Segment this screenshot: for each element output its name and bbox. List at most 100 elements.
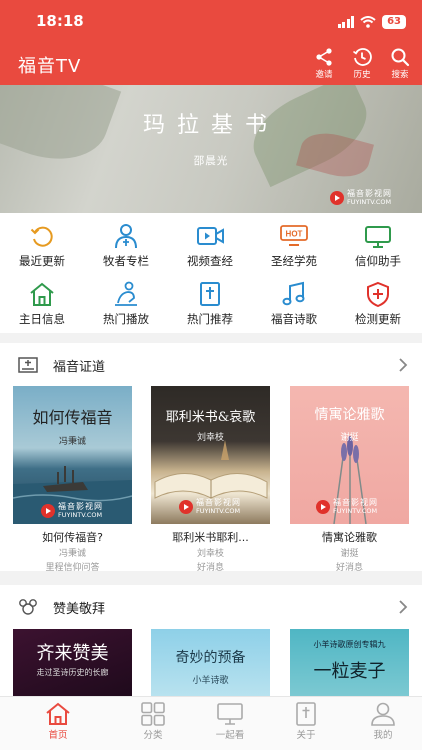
banner-title: 玛拉基书 bbox=[142, 113, 279, 138]
signal-icon bbox=[337, 16, 355, 28]
cover-title: 一粒麦子 bbox=[313, 661, 386, 682]
home-icon bbox=[46, 702, 70, 725]
menu-label: 主日信息 bbox=[19, 312, 65, 326]
section-sermons: 福音证道 如何传福音 冯秉诚 福音影视网 FUYINTV.COM 如何传福音? bbox=[0, 343, 422, 573]
tab-category[interactable]: 分类 bbox=[123, 702, 183, 741]
section-header[interactable]: 福音证道 bbox=[0, 343, 422, 387]
music-note-icon bbox=[282, 281, 305, 306]
home-icon bbox=[30, 282, 54, 306]
video-icon bbox=[197, 227, 224, 245]
menu-item-check-update[interactable]: 检测更新 bbox=[336, 281, 420, 327]
card-source: 好消息 bbox=[335, 563, 363, 573]
history-icon bbox=[353, 48, 372, 66]
menu-label: 牧者专栏 bbox=[103, 254, 149, 268]
tab-label: 关于 bbox=[296, 730, 316, 741]
card-source: 好消息 bbox=[196, 563, 224, 573]
banner-subtitle: 邵晨光 bbox=[193, 155, 229, 167]
chevron-right-icon bbox=[399, 600, 408, 614]
menu-item-recent[interactable]: 最近更新 bbox=[0, 223, 84, 269]
play-logo-icon bbox=[41, 504, 55, 518]
cover-subtitle: 小羊诗歌 bbox=[192, 676, 229, 686]
card-cover: 耶利米书&哀歌 刘幸枝 福音影视网 FUYINTV.COM bbox=[151, 386, 270, 524]
menu-item-sunday[interactable]: 主日信息 bbox=[0, 281, 84, 327]
content-card[interactable]: 奇妙的预备 小羊诗歌 bbox=[151, 629, 270, 696]
battery-indicator: 63 bbox=[382, 15, 406, 29]
cover-subtitle: 小羊诗歌原创专辑九 bbox=[313, 640, 386, 649]
cover-title: 奇妙的预备 bbox=[175, 650, 246, 666]
card-speaker: 冯秉诚 bbox=[58, 549, 86, 559]
menu-label: 热门播放 bbox=[103, 312, 149, 326]
card-title: 耶利米书耶利... bbox=[172, 531, 249, 544]
shield-icon bbox=[367, 281, 389, 307]
content-card[interactable]: 小羊诗歌原创专辑九 一粒麦子 bbox=[290, 629, 409, 696]
tab-watch-together[interactable]: 一起看 bbox=[200, 702, 260, 741]
card-cover: 情寓论雅歌 谢挺 福音影视网 FUYINTV.COM bbox=[290, 386, 409, 524]
history-label: 历史 bbox=[353, 70, 371, 80]
card-cover: 小羊诗歌原创专辑九 一粒麦子 bbox=[290, 629, 409, 696]
section-header[interactable]: 赞美敬拜 bbox=[0, 585, 422, 629]
history-button[interactable]: 历史 bbox=[350, 47, 374, 80]
status-icons: 63 bbox=[337, 15, 406, 29]
menu-item-faith-assistant[interactable]: 信仰助手 bbox=[336, 223, 420, 269]
content-card[interactable]: 如何传福音 冯秉诚 福音影视网 FUYINTV.COM 如何传福音? 冯秉诚 里… bbox=[13, 386, 132, 573]
cover-title: 如何传福音 bbox=[32, 408, 113, 427]
tv-icon bbox=[217, 703, 243, 725]
menu-item-recommend[interactable]: 热门推荐 bbox=[168, 281, 252, 327]
mickey-icon bbox=[19, 599, 37, 615]
card-speaker: 谢挺 bbox=[340, 549, 359, 559]
menu-item-bible-academy[interactable]: HOT 圣经学苑 bbox=[252, 223, 336, 269]
card-title: 如何传福音? bbox=[42, 531, 103, 544]
watermark-en: FUYINTV.COM bbox=[347, 198, 392, 206]
hot-badge-icon: HOT bbox=[280, 225, 308, 246]
watermark-cn: 福音影视网 bbox=[347, 189, 392, 198]
tab-about[interactable]: 关于 bbox=[276, 702, 336, 741]
content-card[interactable]: 耶利米书&哀歌 刘幸枝 福音影视网 FUYINTV.COM 耶利米书耶利... … bbox=[151, 386, 270, 573]
svg-text:HOT: HOT bbox=[286, 230, 303, 239]
tab-profile[interactable]: 我的 bbox=[353, 702, 413, 741]
card-source: 里程信仰问答 bbox=[45, 563, 100, 573]
share-icon bbox=[316, 48, 332, 66]
menu-item-video-study[interactable]: 视频查经 bbox=[168, 223, 252, 269]
status-time: 18:18 bbox=[36, 12, 84, 30]
cover-watermark: 福音影视网 FUYINTV.COM bbox=[179, 498, 241, 516]
search-button[interactable]: 搜索 bbox=[388, 47, 412, 80]
menu-item-pastor[interactable]: 牧者专栏 bbox=[84, 223, 168, 269]
tab-label: 一起看 bbox=[215, 730, 245, 741]
bible-icon bbox=[296, 702, 316, 726]
section-worship: 赞美敬拜 齐来赞美 走过圣诗历史的长廊 奇妙的预备 小羊诗歌 小羊诗歌原创专辑九… bbox=[0, 585, 422, 696]
menu-item-gospel-songs[interactable]: 福音诗歌 bbox=[252, 281, 336, 327]
menu-label: 福音诗歌 bbox=[271, 312, 317, 326]
bible-icon bbox=[200, 282, 220, 306]
menu-label: 热门推荐 bbox=[187, 312, 233, 326]
grid-icon bbox=[141, 702, 165, 726]
cover-subtitle: 冯秉诚 bbox=[58, 437, 86, 447]
user-icon bbox=[371, 702, 395, 726]
status-bar: 18:18 63 bbox=[0, 12, 422, 34]
quick-menu: 最近更新 牧者专栏 视频查经 HOT 圣经学苑 信仰助手 主日信息 热门播放 热… bbox=[0, 213, 422, 333]
search-label: 搜索 bbox=[391, 70, 409, 80]
invite-label: 邀请 bbox=[315, 70, 333, 80]
play-logo-icon bbox=[330, 191, 344, 205]
app-title: 福音TV bbox=[18, 56, 82, 77]
prayer-icon bbox=[115, 281, 137, 306]
content-card[interactable]: 齐来赞美 走过圣诗历史的长廊 bbox=[13, 629, 132, 696]
card-cover: 奇妙的预备 小羊诗歌 bbox=[151, 629, 270, 696]
section-title: 福音证道 bbox=[53, 360, 106, 375]
menu-item-hot-play[interactable]: 热门播放 bbox=[84, 281, 168, 327]
tab-label: 我的 bbox=[373, 730, 393, 741]
featured-banner[interactable]: 玛拉基书 邵晨光 福音影视网 FUYINTV.COM bbox=[0, 85, 422, 213]
menu-label: 信仰助手 bbox=[355, 254, 401, 268]
cover-watermark: 福音影视网 FUYINTV.COM bbox=[316, 498, 378, 516]
app-header: 18:18 63 福音TV 邀请 历史 搜索 bbox=[0, 0, 422, 85]
cover-subtitle: 刘幸枝 bbox=[196, 433, 224, 443]
card-cover: 如何传福音 冯秉诚 福音影视网 FUYINTV.COM bbox=[13, 386, 132, 524]
pulpit-icon bbox=[18, 357, 38, 373]
cover-title: 齐来赞美 bbox=[36, 643, 109, 664]
tab-home[interactable]: 首页 bbox=[28, 702, 88, 741]
content-card[interactable]: 情寓论雅歌 谢挺 福音影视网 FUYINTV.COM 情寓论雅歌 谢挺 好消息 bbox=[290, 386, 409, 573]
cover-watermark: 福音影视网 FUYINTV.COM bbox=[41, 502, 103, 520]
invite-button[interactable]: 邀请 bbox=[312, 47, 336, 80]
monitor-icon bbox=[365, 226, 391, 248]
play-logo-icon bbox=[316, 500, 330, 514]
cover-title: 耶利米书&哀歌 bbox=[165, 410, 256, 425]
